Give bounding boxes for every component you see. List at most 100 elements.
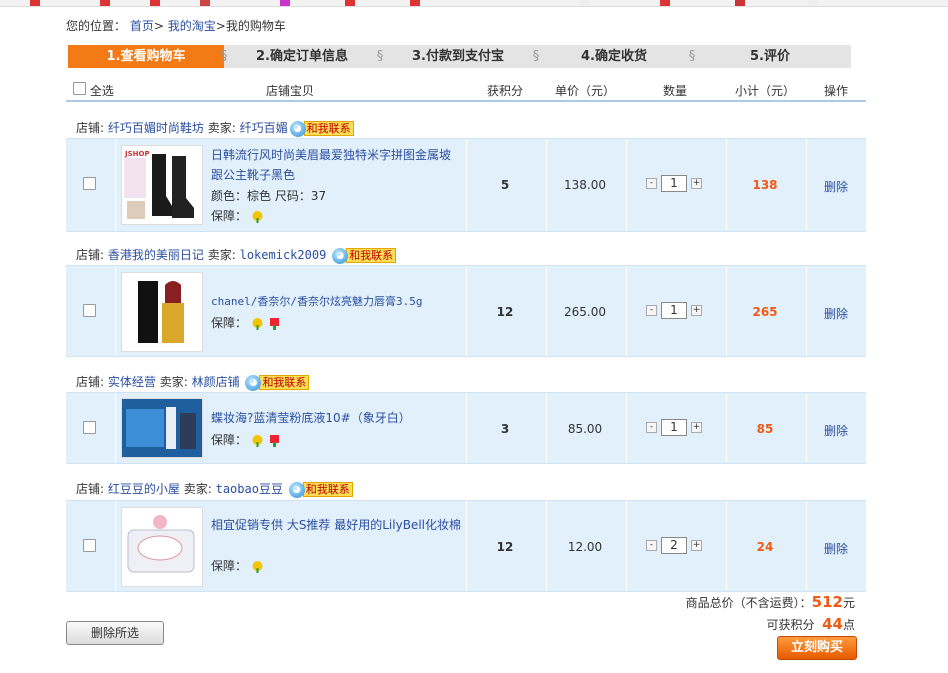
store-label: 店铺:	[76, 248, 105, 262]
header-subtotal: 小计（元）	[735, 84, 796, 98]
quantity-stepper[interactable]: -2 +	[646, 537, 726, 554]
quantity-stepper[interactable]: -1 +	[646, 175, 726, 192]
quantity-input[interactable]: 2	[661, 537, 687, 554]
breadcrumb-prefix: 您的位置：	[66, 19, 127, 33]
points-unit: 点	[842, 618, 855, 632]
item-unit-price: 85.00	[567, 422, 603, 436]
item-points: 3	[500, 422, 510, 436]
cart-total: 商品总价（不含运费）：512元	[686, 593, 855, 611]
quantity-stepper[interactable]: -1 +	[646, 302, 726, 319]
step-pay-alipay: 3.付款到支付宝 §	[412, 49, 540, 64]
store-link[interactable]: 红豆豆的小屋	[108, 482, 180, 496]
points-label: 可获积分	[766, 618, 815, 632]
contact-seller-button[interactable]: ◕ 和我联系	[245, 374, 310, 391]
decrease-quantity-button[interactable]: -	[646, 540, 657, 551]
header-unit-price: 单价（元）	[555, 84, 616, 98]
delete-item-link[interactable]: 删除	[806, 422, 866, 439]
chat-bubble-icon: ◕	[245, 374, 262, 391]
quantity-input[interactable]: 1	[661, 175, 687, 192]
item-points: 12	[496, 540, 514, 554]
decrease-quantity-button[interactable]: -	[646, 305, 657, 316]
item-thumbnail-foundation[interactable]	[121, 398, 203, 458]
seller-link[interactable]: taobao豆豆	[216, 482, 283, 496]
cart-table-header: 全选 店铺宝贝 获积分 单价（元） 数量 小计（元） 操作	[66, 80, 866, 102]
browser-bookmark-strip	[0, 0, 948, 7]
decrease-quantity-button[interactable]: -	[646, 422, 657, 433]
item-points: 5	[500, 178, 510, 192]
item-guarantee: 保障：	[211, 314, 281, 331]
guarantee-shield-icon[interactable]	[251, 434, 264, 447]
seller-link[interactable]: 林颜店铺	[192, 375, 240, 389]
seller-label: 卖家:	[207, 121, 236, 135]
delete-item-link[interactable]: 删除	[806, 305, 866, 322]
return-guarantee-icon[interactable]	[268, 317, 281, 330]
points-earned: 可获积分 44点	[766, 615, 855, 633]
select-all[interactable]: 全选	[73, 82, 114, 99]
points-amount: 44	[822, 615, 843, 633]
item-guarantee: 保障：	[211, 207, 264, 224]
store-label: 店铺:	[76, 375, 105, 389]
item-checkbox[interactable]	[83, 421, 96, 434]
seller-link[interactable]: lokemick2009	[240, 248, 327, 262]
store-link[interactable]: 实体经营	[108, 375, 156, 389]
store-link[interactable]: 香港我的美丽日记	[108, 248, 204, 262]
step-confirm-order: 2.确定订单信息 §	[256, 49, 384, 64]
total-amount: 512	[811, 593, 843, 611]
item-thumbnail-cotton-pads[interactable]	[121, 507, 203, 587]
header-item: 店铺宝贝	[266, 84, 315, 98]
step-review: 5.评价	[750, 49, 790, 64]
item-title-link[interactable]: 日韩流行风时尚美眉最爱独特米字拼图金属坡跟公主靴子黑色	[211, 145, 461, 185]
delete-item-link[interactable]: 删除	[806, 178, 866, 195]
delete-item-link[interactable]: 删除	[806, 540, 866, 557]
guarantee-shield-icon[interactable]	[251, 317, 264, 330]
store-link[interactable]: 纤巧百媚时尚鞋坊	[108, 121, 204, 135]
item-thumbnail-boots[interactable]: JSHOP	[121, 145, 203, 225]
item-title-link[interactable]: chanel/香奈尔/香奈尔炫亮魅力唇膏3.5g	[211, 292, 461, 312]
decrease-quantity-button[interactable]: -	[646, 178, 657, 189]
breadcrumb-my-taobao[interactable]: 我的淘宝	[168, 19, 216, 33]
increase-quantity-button[interactable]: +	[691, 178, 702, 189]
store-header: 店铺: 香港我的美丽日记 卖家: lokemick2009 ◕ 和我联系	[76, 246, 397, 264]
guarantee-shield-icon[interactable]	[251, 560, 264, 573]
quantity-input[interactable]: 1	[661, 419, 687, 436]
increase-quantity-button[interactable]: +	[691, 422, 702, 433]
store-header: 店铺: 纤巧百媚时尚鞋坊 卖家: 纤巧百媚 ◕ 和我联系	[76, 119, 354, 137]
step-confirm-receipt: 4.确定收货 §	[581, 49, 696, 64]
seller-label: 卖家:	[207, 248, 236, 262]
increase-quantity-button[interactable]: +	[691, 305, 702, 316]
store-header: 店铺: 红豆豆的小屋 卖家: taobao豆豆 ◕ 和我联系	[76, 480, 353, 498]
quantity-stepper[interactable]: -1 +	[646, 419, 726, 436]
buy-now-button[interactable]: 立刻购买	[777, 636, 857, 660]
increase-quantity-button[interactable]: +	[691, 540, 702, 551]
quantity-input[interactable]: 1	[661, 302, 687, 319]
seller-label: 卖家:	[159, 375, 188, 389]
header-action: 操作	[824, 84, 849, 98]
checkout-steps: 1.查看购物车 § 2.确定订单信息 § 3.付款到支付宝 § 4.确定收货 § 5.评…	[68, 45, 851, 68]
delete-selected-button[interactable]: 删除所选	[66, 621, 164, 645]
item-checkbox[interactable]	[83, 304, 96, 317]
header-quantity: 数量	[663, 84, 688, 98]
return-guarantee-icon[interactable]	[268, 434, 281, 447]
contact-seller-button[interactable]: ◕ 和我联系	[332, 247, 397, 264]
seller-link[interactable]: 纤巧百媚	[240, 121, 288, 135]
total-label: 商品总价（不含运费）：	[685, 596, 812, 610]
header-points: 获积分	[487, 84, 524, 98]
item-attributes: 颜色：棕色 尺码：37	[211, 189, 327, 203]
breadcrumb: 您的位置： 首页> 我的淘宝>我的购物车	[66, 17, 286, 34]
item-checkbox[interactable]	[83, 177, 96, 190]
item-unit-price: 138.00	[564, 178, 606, 192]
item-subtotal: 24	[756, 540, 774, 554]
item-subtotal: 138	[752, 178, 778, 192]
contact-seller-button[interactable]: ◕ 和我联系	[289, 120, 354, 137]
cart-item-row: 蝶妆海?蓝清莹粉底液10#（象牙白） 保障： 3 85.00 -1 + 85 删除	[66, 392, 866, 464]
select-all-checkbox[interactable]	[73, 82, 86, 95]
item-title-link[interactable]: 蝶妆海?蓝清莹粉底液10#（象牙白）	[211, 408, 461, 428]
item-thumbnail-lipstick[interactable]	[121, 272, 203, 352]
item-checkbox[interactable]	[83, 539, 96, 552]
breadcrumb-home[interactable]: 首页	[130, 19, 154, 33]
item-title-link[interactable]: 相宜促销专供 大S推荐 最好用的LilyBell化妆棉	[211, 515, 461, 535]
chat-bubble-icon: ◕	[332, 247, 349, 264]
store-label: 店铺:	[76, 121, 105, 135]
guarantee-shield-icon[interactable]	[251, 210, 264, 223]
contact-seller-button[interactable]: ◕ 和我联系	[288, 481, 353, 498]
